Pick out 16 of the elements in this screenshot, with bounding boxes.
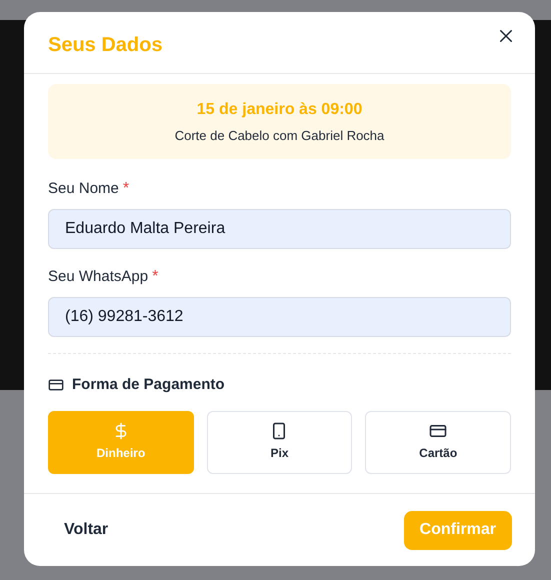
- required-asterisk: *: [152, 267, 158, 287]
- payment-option[interactable]: Pix: [206, 410, 352, 474]
- payment-option[interactable]: Cartão: [365, 410, 511, 474]
- field-label: Seu Nome: [48, 178, 119, 199]
- appointment-datetime: 15 de janeiro às 09:00: [196, 100, 362, 120]
- input-field[interactable]: Eduardo Malta Pereira: [48, 209, 511, 249]
- payment-heading: Forma de Pagamento: [72, 375, 225, 395]
- field-label: Seu WhatsApp: [48, 266, 148, 287]
- credit-card-icon: [48, 377, 64, 394]
- appointment-service: Corte de Cabelo com Gabriel Rocha: [174, 126, 384, 145]
- close-icon[interactable]: [497, 27, 515, 45]
- required-asterisk: *: [122, 179, 130, 199]
- dialog-title: Seus Dados: [48, 33, 162, 58]
- back-button[interactable]: Voltar: [48, 510, 124, 550]
- credit-card-icon: [429, 422, 448, 440]
- input-field[interactable]: (16) 99281-3612: [48, 297, 511, 337]
